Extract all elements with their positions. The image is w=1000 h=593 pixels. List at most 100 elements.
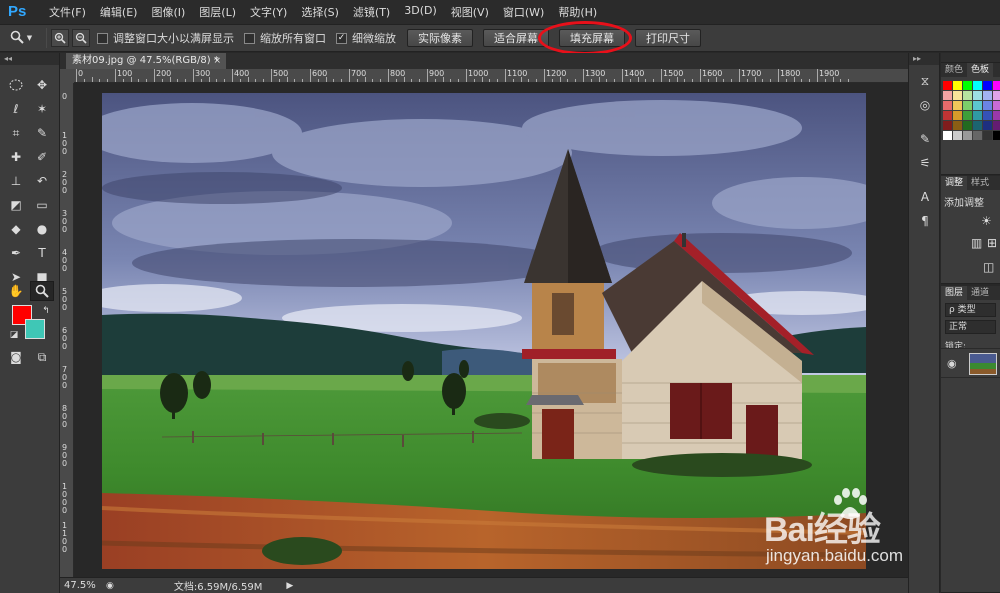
menu-item[interactable]: 帮助(H): [551, 4, 604, 20]
blend-mode-dropdown[interactable]: 正常: [945, 320, 996, 334]
paragraph-panel-icon[interactable]: ¶: [917, 213, 933, 229]
eye-icon[interactable]: ◉: [947, 357, 957, 370]
menu-item[interactable]: 窗口(W): [496, 4, 551, 20]
character-panel-icon[interactable]: A: [917, 189, 933, 205]
color-swatch[interactable]: [993, 111, 1000, 120]
menu-item[interactable]: 3D(D): [397, 4, 444, 20]
blur-tool-icon[interactable]: ◆: [4, 219, 28, 239]
brush-panel-icon[interactable]: ✎: [917, 131, 933, 147]
color-swatch[interactable]: [953, 81, 962, 90]
color-swatch[interactable]: [973, 121, 982, 130]
color-swatch[interactable]: [963, 131, 972, 140]
color-swatch[interactable]: [983, 91, 992, 100]
color-swatch[interactable]: [993, 101, 1000, 110]
zoom-tool-active-icon[interactable]: [30, 281, 54, 301]
color-swatch[interactable]: [993, 91, 1000, 100]
menu-item[interactable]: 图层(L): [192, 4, 243, 20]
actual-pixels-button[interactable]: 实际像素: [407, 29, 473, 47]
color-swatch[interactable]: [973, 101, 982, 110]
zoom-out-button[interactable]: [72, 29, 90, 47]
eraser-tool-icon[interactable]: ◩: [4, 195, 28, 215]
menu-item[interactable]: 编辑(E): [93, 4, 145, 20]
color-swatch[interactable]: [943, 81, 952, 90]
color-swatch[interactable]: [953, 101, 962, 110]
color-swatch[interactable]: [963, 101, 972, 110]
color-swatch[interactable]: [943, 121, 952, 130]
color-swatch[interactable]: [973, 91, 982, 100]
panels-collapse-handle[interactable]: [941, 53, 1000, 63]
horizontal-ruler[interactable]: 0 100 200 300 400 500 600 700 800 900 1000 1100 1200…: [74, 69, 908, 83]
brush-tool-icon[interactable]: ✐: [30, 147, 54, 167]
document-tab[interactable]: 素材09.jpg @ 47.5%(RGB/8) * ×: [66, 53, 226, 69]
color-swatch[interactable]: [953, 91, 962, 100]
hue-saturation-icon[interactable]: ⊞: [987, 236, 997, 250]
layer-filter-dropdown[interactable]: ρ 类型: [945, 303, 996, 317]
menu-item[interactable]: 文件(F): [42, 4, 93, 20]
layer-row[interactable]: ◉: [941, 348, 1000, 378]
default-colors-icon[interactable]: ◪: [2, 325, 26, 345]
levels-icon[interactable]: ▥: [971, 236, 982, 250]
color-swatch[interactable]: [983, 121, 992, 130]
zoom-in-button[interactable]: [51, 29, 69, 47]
resize-windows-checkbox[interactable]: 调整窗口大小以满屏显示: [97, 30, 234, 46]
move-tool-icon[interactable]: ✥: [30, 75, 54, 95]
color-swatch[interactable]: [943, 111, 952, 120]
status-menu-icon[interactable]: ◉: [106, 581, 114, 591]
tab-swatches[interactable]: 色板: [967, 63, 994, 77]
color-swatch[interactable]: [963, 121, 972, 130]
ruler-corner[interactable]: [60, 69, 74, 83]
tab-channels[interactable]: 通道: [967, 286, 993, 300]
strip-collapse-handle[interactable]: ▸▸: [909, 53, 939, 65]
fit-screen-button[interactable]: 适合屏幕: [483, 29, 549, 47]
canvas-area[interactable]: Bai经验 jingyan.baidu.com: [74, 83, 908, 577]
tab-styles[interactable]: 样式: [967, 176, 993, 190]
color-swatch[interactable]: [983, 111, 992, 120]
brightness-icon[interactable]: ☀: [981, 214, 992, 228]
actions-panel-icon[interactable]: ◎: [917, 97, 933, 113]
tab-adjustments[interactable]: 调整: [941, 176, 968, 190]
vertical-ruler[interactable]: 0 100 200 300 400 500 600 700 800 900 1000 1100: [60, 83, 74, 577]
history-brush-tool-icon[interactable]: ↶: [30, 171, 54, 191]
color-swatch[interactable]: [993, 121, 1000, 130]
eyedropper-tool-icon[interactable]: ✎: [30, 123, 54, 143]
swap-colors-icon[interactable]: ↰: [34, 301, 58, 321]
gradient-tool-icon[interactable]: ▭: [30, 195, 54, 215]
color-swatch[interactable]: [993, 81, 1000, 90]
type-tool-icon[interactable]: T: [30, 243, 54, 263]
color-swatch[interactable]: [993, 131, 1000, 140]
dodge-tool-icon[interactable]: ●: [30, 219, 54, 239]
brush-presets-icon[interactable]: ⚟: [917, 155, 933, 171]
color-swatch[interactable]: [973, 81, 982, 90]
crop-tool-icon[interactable]: ⌗: [4, 123, 28, 143]
close-icon[interactable]: ×: [213, 53, 221, 69]
color-swatch[interactable]: [953, 131, 962, 140]
checkbox-box[interactable]: [244, 32, 255, 44]
menu-item[interactable]: 图像(I): [144, 4, 192, 20]
scrubby-zoom-checkbox[interactable]: ✓ 细微缩放: [336, 30, 396, 46]
magic-wand-tool-icon[interactable]: ✶: [30, 99, 54, 119]
menu-item[interactable]: 视图(V): [444, 4, 496, 20]
background-color-swatch[interactable]: [25, 319, 45, 339]
zoom-level-field[interactable]: 47.5%: [60, 580, 96, 591]
menu-item[interactable]: 文字(Y): [243, 4, 294, 20]
color-swatch[interactable]: [943, 131, 952, 140]
print-size-button[interactable]: 打印尺寸: [635, 29, 701, 47]
color-swatch[interactable]: [983, 131, 992, 140]
color-swatch[interactable]: [983, 81, 992, 90]
pen-tool-icon[interactable]: ✒: [4, 243, 28, 263]
menu-item[interactable]: 选择(S): [294, 4, 346, 20]
color-swatch[interactable]: [953, 111, 962, 120]
fill-screen-button[interactable]: 填充屏幕: [559, 29, 625, 47]
tab-layers[interactable]: 图层: [941, 286, 968, 300]
color-swatch[interactable]: [973, 131, 982, 140]
checkbox-box[interactable]: [97, 32, 108, 44]
tool-preset-picker[interactable]: ▼: [0, 27, 42, 49]
menu-item[interactable]: 滤镜(T): [346, 4, 397, 20]
marquee-tool-icon[interactable]: [4, 75, 28, 95]
color-swatch[interactable]: [963, 111, 972, 120]
color-swatch[interactable]: [983, 101, 992, 110]
color-swatch[interactable]: [953, 121, 962, 130]
gradient-map-icon[interactable]: ◫: [983, 260, 994, 274]
color-swatch[interactable]: [943, 91, 952, 100]
screen-mode-icon[interactable]: ⧉: [30, 347, 54, 367]
